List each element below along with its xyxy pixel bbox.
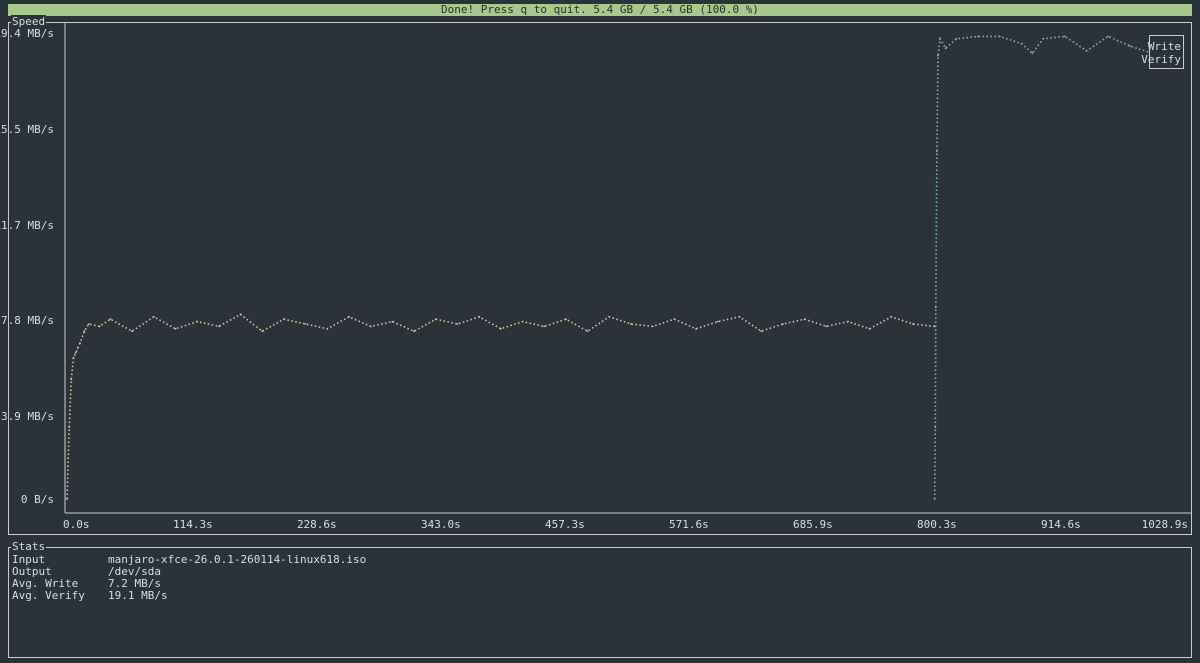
data-point-write bbox=[456, 323, 459, 325]
data-point-write bbox=[738, 315, 741, 318]
data-point-write bbox=[673, 318, 676, 321]
x-tick-label: 228.6s bbox=[296, 518, 337, 531]
data-point-verify bbox=[1031, 52, 1034, 55]
x-tick-label: 571.6s bbox=[668, 518, 709, 531]
data-point-write bbox=[391, 320, 394, 323]
data-point-write bbox=[70, 378, 73, 381]
stats-key: Avg. Verify bbox=[12, 589, 85, 602]
data-point-verify bbox=[937, 54, 939, 57]
data-point-write bbox=[565, 318, 567, 321]
speed-chart bbox=[64, 23, 1191, 514]
data-point-verify bbox=[934, 306, 937, 309]
data-point-write bbox=[83, 330, 86, 333]
data-point-verify bbox=[1129, 45, 1131, 47]
x-tick-label: 457.3s bbox=[545, 518, 585, 531]
data-point-write bbox=[500, 327, 502, 330]
data-point-write bbox=[304, 323, 307, 325]
series-line-verify bbox=[933, 35, 1184, 500]
data-point-write bbox=[651, 325, 654, 328]
data-point-write bbox=[72, 356, 75, 359]
data-point-write bbox=[283, 318, 285, 321]
data-point-write bbox=[174, 327, 177, 330]
data-point-write bbox=[261, 330, 264, 333]
data-point-write bbox=[74, 351, 77, 354]
data-point-write bbox=[543, 325, 546, 328]
data-point-verify bbox=[1042, 37, 1045, 40]
x-tick-label: 800.3s bbox=[917, 518, 957, 531]
stats-value: 19.1 MB/s bbox=[108, 589, 168, 602]
chart-legend: Write Verify bbox=[1141, 35, 1184, 69]
data-point-write bbox=[847, 320, 849, 323]
data-point-write bbox=[87, 323, 90, 325]
data-point-write bbox=[760, 330, 763, 333]
data-point-write bbox=[326, 327, 329, 330]
data-point-write bbox=[695, 327, 697, 330]
data-point-write bbox=[890, 315, 893, 318]
data-point-write bbox=[196, 320, 199, 323]
data-point-write bbox=[369, 325, 372, 328]
data-point-verify bbox=[977, 35, 979, 38]
data-point-write bbox=[152, 315, 155, 318]
data-point-write bbox=[586, 330, 589, 333]
x-tick-label: 685.9s bbox=[792, 518, 833, 531]
data-point-verify bbox=[955, 37, 958, 40]
data-point-write bbox=[630, 323, 632, 325]
data-point-verify bbox=[933, 498, 936, 500]
x-tick-label: 1028.9s bbox=[1141, 518, 1188, 531]
data-point-verify bbox=[1107, 35, 1110, 38]
data-point-write bbox=[66, 498, 68, 500]
x-tick-label: 114.3s bbox=[172, 518, 213, 531]
data-point-write bbox=[98, 325, 101, 328]
data-point-write bbox=[521, 320, 524, 323]
data-point-verify bbox=[1085, 49, 1088, 52]
data-point-write bbox=[79, 342, 81, 345]
data-point-write bbox=[434, 318, 437, 321]
data-point-write bbox=[868, 327, 871, 330]
data-point-write bbox=[239, 313, 242, 316]
legend-write: Write bbox=[1147, 40, 1181, 53]
data-point-verify bbox=[998, 35, 1001, 38]
data-point-write bbox=[478, 315, 481, 318]
data-point-verify bbox=[1064, 35, 1066, 38]
data-point-write bbox=[109, 318, 112, 321]
legend-verify: Verify bbox=[1141, 53, 1181, 66]
data-point-write bbox=[413, 330, 415, 333]
data-point-write bbox=[68, 426, 71, 428]
data-point-verify bbox=[936, 150, 938, 153]
series-line-write bbox=[66, 313, 935, 500]
data-point-verify bbox=[944, 47, 947, 50]
stats-panel-title: Stats bbox=[11, 540, 47, 554]
status-text: Done! Press q to quit. 5.4 GB / 5.4 GB (… bbox=[441, 3, 759, 16]
x-tick-label: 914.6s bbox=[1041, 518, 1081, 531]
data-point-write bbox=[716, 320, 719, 323]
data-point-verify bbox=[934, 426, 937, 428]
status-bar: Done! Press q to quit. 5.4 GB / 5.4 GB (… bbox=[8, 4, 1192, 16]
data-point-write bbox=[608, 315, 611, 318]
stats-panel: Stats Input manjaro-xfce-26.0.1-260114-l… bbox=[8, 540, 1192, 658]
data-point-write bbox=[912, 323, 914, 325]
data-point-write bbox=[131, 330, 133, 333]
data-point-verify bbox=[939, 37, 941, 40]
data-point-write bbox=[218, 325, 220, 328]
x-tick-label: 0.0s bbox=[63, 518, 90, 531]
data-point-verify bbox=[1020, 42, 1023, 45]
data-point-write bbox=[803, 318, 806, 321]
speed-panel: Speed 19.4 MB/s 15.5 MB/s 11.7 MB/s 7.8 … bbox=[0, 15, 1192, 535]
x-tick-label: 343.0s bbox=[421, 518, 461, 531]
data-point-write bbox=[825, 325, 828, 328]
data-point-write bbox=[782, 323, 784, 325]
data-point-write bbox=[76, 347, 79, 349]
data-point-write bbox=[348, 315, 350, 318]
